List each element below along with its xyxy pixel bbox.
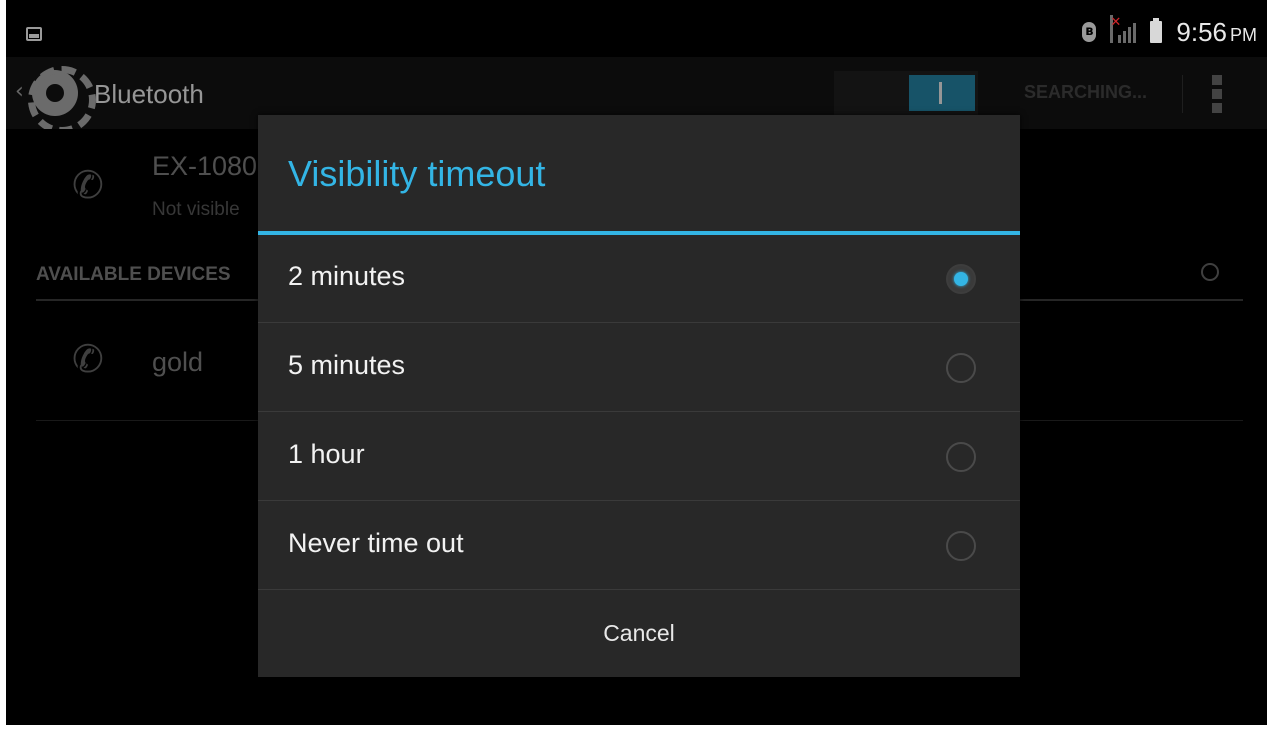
option-label: 2 minutes <box>288 261 406 291</box>
option-label: 1 hour <box>288 439 365 469</box>
option-2-minutes[interactable]: 2 minutes <box>258 235 1020 323</box>
signal-no-sim-icon: ✕ <box>1110 15 1137 43</box>
radio-unchecked-icon[interactable] <box>946 353 976 383</box>
option-1-hour[interactable]: 1 hour <box>258 413 1020 501</box>
option-label: 5 minutes <box>288 350 406 380</box>
clock-time: 9:56 <box>1176 16 1227 47</box>
radio-unchecked-icon[interactable] <box>946 531 976 561</box>
status-icons: ʙ ✕ 9:56 PM <box>1082 15 1257 48</box>
option-5-minutes[interactable]: 5 minutes <box>258 324 1020 412</box>
option-label: Never time out <box>288 528 464 558</box>
cancel-button[interactable]: Cancel <box>258 590 1020 677</box>
bluetooth-icon: ʙ <box>1082 22 1097 42</box>
dialog-title: Visibility timeout <box>288 153 546 194</box>
radio-checked-icon[interactable] <box>946 264 976 294</box>
clock: 9:56 PM <box>1176 17 1257 48</box>
option-never-time-out[interactable]: Never time out <box>258 502 1020 590</box>
battery-icon <box>1150 18 1163 43</box>
visibility-timeout-dialog: Visibility timeout 2 minutes 5 minutes 1… <box>258 115 1020 677</box>
gallery-notification-icon <box>26 27 42 41</box>
radio-unchecked-icon[interactable] <box>946 442 976 472</box>
status-bar: ʙ ✕ 9:56 PM <box>6 7 1267 57</box>
clock-ampm: PM <box>1230 24 1257 45</box>
